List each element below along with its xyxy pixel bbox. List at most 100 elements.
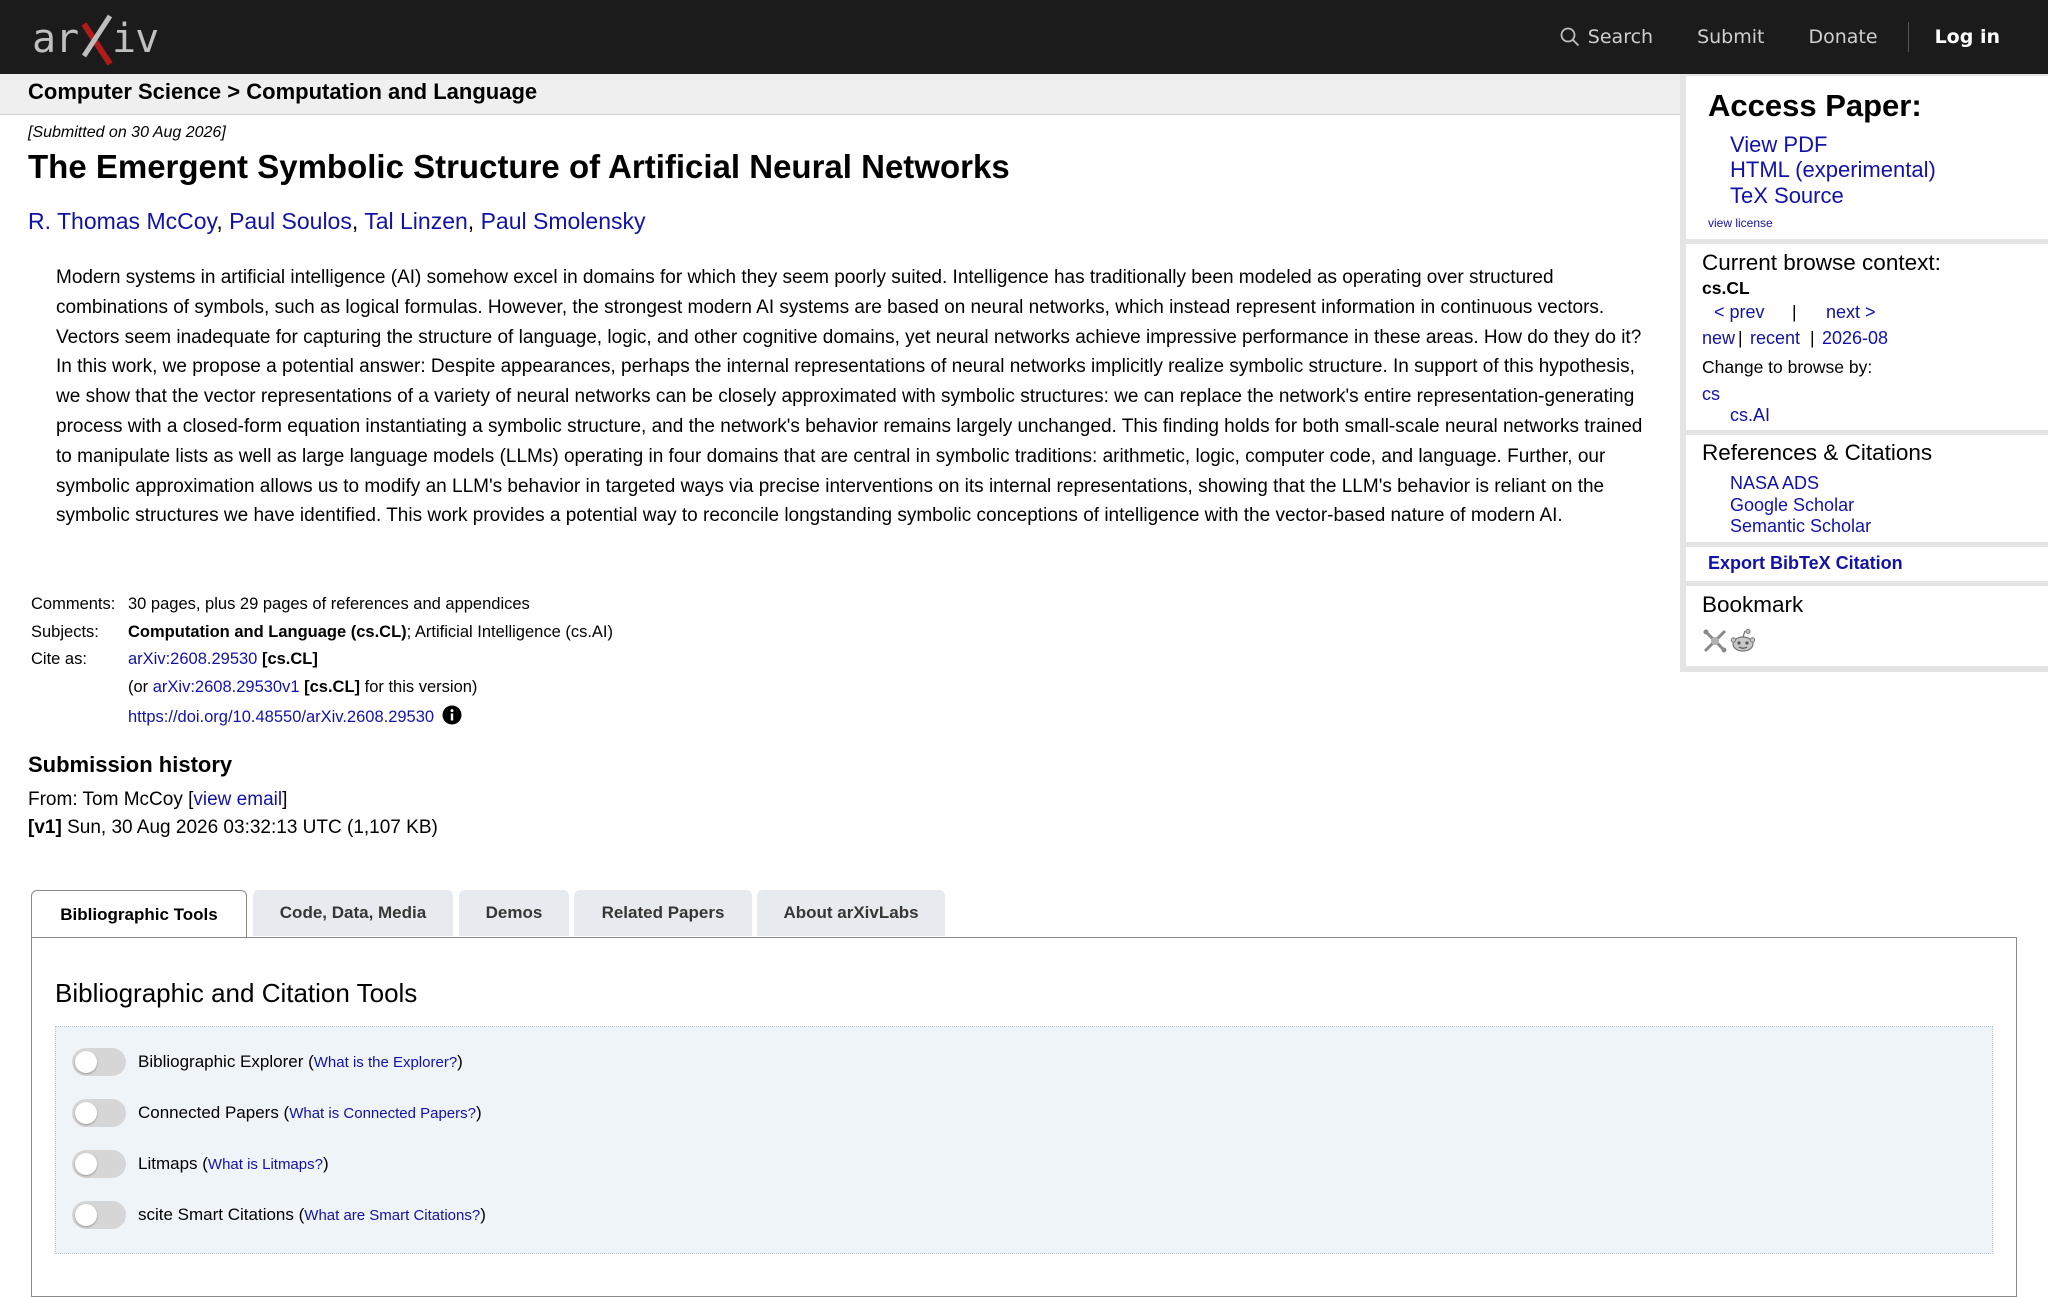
version-tag[interactable]: [v1] [28, 817, 62, 838]
abstract: Modern systems in artificial intelligenc… [56, 267, 1643, 527]
next-link[interactable]: next > [1826, 302, 1876, 323]
version-details: Sun, 30 Aug 2026 03:32:13 UTC (1,107 KB) [61, 817, 438, 838]
tool-name: Connected Papers [138, 1103, 279, 1122]
svg-text:ar: ar [32, 16, 78, 62]
view-pdf-link[interactable]: View PDF [1730, 132, 1827, 158]
nav-divider [1907, 22, 1909, 52]
month-link[interactable]: 2026-08 [1822, 328, 1888, 349]
change-browse-label: Change to browse by: [1702, 357, 1873, 377]
cite-version-link[interactable]: arXiv:2608.29530v1 [153, 678, 300, 696]
primary-subject: Computation and Language (cs.CL) [128, 623, 407, 641]
export-bibtex-link[interactable]: Export BibTeX Citation [1708, 553, 1903, 574]
search-label: Search [1587, 26, 1654, 48]
references-box: References & Citations NASA ADS Google S… [1686, 435, 2048, 542]
tool-name: Litmaps [138, 1154, 198, 1173]
semantic-scholar-link[interactable]: Semantic Scholar [1730, 516, 1871, 537]
search-link[interactable]: Search [1560, 26, 1653, 48]
secondary-subjects: ; Artificial Intelligence (cs.AI) [406, 623, 613, 641]
submission-history-title: Submission history [28, 752, 233, 777]
pipe-separator: | [1738, 328, 1743, 348]
subjects-label: Subjects: [31, 623, 99, 641]
cite-or-prefix: (or [128, 678, 153, 696]
panel-title: Bibliographic and Citation Tools [55, 978, 418, 1008]
author-link[interactable]: Paul Smolensky [481, 208, 646, 234]
tab-code-data-media[interactable]: Code, Data, Media [253, 890, 453, 936]
comments-value: 30 pages, plus 29 pages of references an… [128, 595, 530, 613]
scite-toggle[interactable] [72, 1201, 126, 1229]
login-link[interactable]: Log in [1935, 26, 2000, 48]
bibtex-box: Export BibTeX Citation [1686, 547, 2048, 581]
sidebar: Access Paper: View PDF HTML (experimenta… [1680, 74, 2048, 672]
view-license-link[interactable]: view license [1708, 216, 1773, 230]
recent-link[interactable]: recent [1750, 328, 1800, 349]
tool-help-link[interactable]: What are Smart Citations? [304, 1207, 480, 1224]
new-link[interactable]: new [1702, 328, 1735, 349]
tab-about-arxivlabs[interactable]: About arXivLabs [757, 890, 945, 936]
cite-version-value: (or arXiv:2608.29530v1 [cs.CL] for this … [128, 678, 477, 697]
submit-link[interactable]: Submit [1697, 26, 1764, 48]
author-separator: , [467, 208, 475, 234]
comments-label: Comments: [31, 595, 116, 613]
tool-row: Connected Papers (What is Connected Pape… [72, 1098, 482, 1128]
author-link[interactable]: R. Thomas McCoy [28, 208, 216, 234]
tool-name: Bibliographic Explorer [138, 1052, 304, 1071]
browse-context-title: Current browse context: [1702, 250, 1941, 275]
author-list: R. Thomas McCoy, Paul Soulos, Tal Linzen… [28, 208, 646, 235]
browse-context-value: cs.CL [1702, 278, 1750, 298]
tool-name: scite Smart Citations [138, 1205, 294, 1224]
version-1-entry: [v1] Sun, 30 Aug 2026 03:32:13 UTC (1,10… [28, 817, 438, 839]
cite-tag: [cs.CL] [261, 650, 318, 668]
access-paper-box: Access Paper: View PDF HTML (experimenta… [1686, 76, 2048, 239]
cite-version-suffix: for this version) [360, 678, 478, 696]
cite-value: arXiv:2608.29530 [cs.CL] [128, 650, 318, 669]
tool-row: scite Smart Citations (What are Smart Ci… [72, 1200, 486, 1230]
subjects-value: Computation and Language (cs.CL); Artifi… [128, 623, 613, 642]
tab-demos[interactable]: Demos [459, 890, 569, 936]
doi-value: https://doi.org/10.48550/arXiv.2608.2953… [128, 705, 462, 727]
submitted-date: [Submitted on 30 Aug 2026] [28, 124, 226, 141]
view-email-link[interactable]: view email [193, 789, 282, 810]
connected-papers-toggle[interactable] [72, 1099, 126, 1127]
info-icon[interactable] [442, 705, 462, 725]
breadcrumb-band: Computer Science > Computation and Langu… [0, 74, 1680, 115]
pipe-separator: | [1792, 302, 1797, 322]
tab-related-papers[interactable]: Related Papers [574, 890, 752, 936]
from-suffix: ] [282, 789, 288, 810]
explorer-toggle[interactable] [72, 1048, 126, 1076]
author-separator: , [351, 208, 359, 234]
search-icon [1560, 27, 1579, 47]
author-link[interactable]: Paul Soulos [229, 208, 352, 234]
google-scholar-link[interactable]: Google Scholar [1730, 495, 1854, 516]
cs-ai-link[interactable]: cs.AI [1730, 405, 1770, 426]
pipe-separator: | [1810, 328, 1815, 348]
nasa-ads-link[interactable]: NASA ADS [1730, 473, 1819, 494]
tool-help-link[interactable]: What is Litmaps? [208, 1156, 323, 1173]
tool-help-link[interactable]: What is the Explorer? [314, 1054, 457, 1071]
prev-link[interactable]: < prev [1714, 302, 1765, 323]
top-header: ar iv Search Submit Donate Log in [0, 0, 2048, 74]
access-paper-title: Access Paper: [1708, 88, 1922, 123]
tab-panel: Bibliographic and Citation Tools Bibliog… [31, 937, 2017, 1297]
doi-link[interactable]: https://doi.org/10.48550/arXiv.2608.2953… [128, 708, 434, 726]
cite-id-link[interactable]: arXiv:2608.29530 [128, 650, 257, 668]
tool-help-link[interactable]: What is Connected Papers? [289, 1105, 476, 1122]
author-separator: , [216, 208, 223, 234]
bookmark-title: Bookmark [1702, 592, 1804, 617]
browse-context-box: Current browse context: cs.CL < prev | n… [1686, 244, 2048, 430]
html-link[interactable]: HTML (experimental) [1730, 157, 1936, 183]
tex-source-link[interactable]: TeX Source [1730, 183, 1844, 209]
cite-label: Cite as: [31, 650, 87, 668]
references-title: References & Citations [1702, 440, 1933, 465]
reddit-icon[interactable] [1730, 628, 1756, 654]
cs-link[interactable]: cs [1702, 384, 1720, 405]
author-link[interactable]: Tal Linzen [364, 208, 468, 234]
from-prefix: From: Tom McCoy [ [28, 789, 194, 810]
litmaps-toggle[interactable] [72, 1150, 126, 1178]
tab-bibliographic-tools[interactable]: Bibliographic Tools [31, 890, 247, 939]
arxiv-logo[interactable]: ar iv [30, 10, 166, 66]
bibsonomy-icon[interactable] [1702, 628, 1728, 654]
donate-link[interactable]: Donate [1808, 26, 1877, 48]
paper-title: The Emergent Symbolic Structure of Artif… [28, 148, 1010, 185]
tool-row: Litmaps (What is Litmaps?) [72, 1149, 329, 1179]
bookmark-box: Bookmark [1686, 586, 2048, 666]
